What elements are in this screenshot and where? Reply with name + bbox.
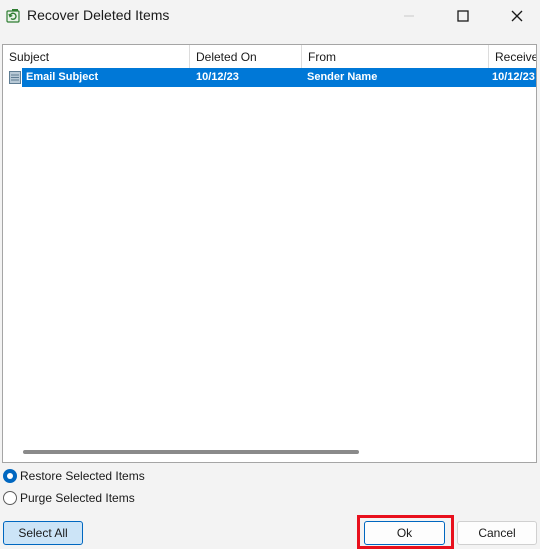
window-title: Recover Deleted Items — [27, 7, 170, 23]
purge-label: Purge Selected Items — [20, 491, 135, 505]
minimize-icon — [404, 15, 414, 17]
restore-label: Restore Selected Items — [20, 469, 145, 483]
title-bar: Recover Deleted Items — [0, 0, 540, 32]
close-icon — [511, 10, 523, 22]
scrollbar-thumb[interactable] — [23, 450, 359, 454]
select-all-button[interactable]: Select All — [3, 521, 83, 545]
column-header-subject[interactable]: Subject — [3, 45, 190, 68]
horizontal-scrollbar[interactable] — [3, 448, 536, 456]
column-header-received[interactable]: Receive — [489, 45, 536, 68]
restore-radio[interactable] — [3, 469, 17, 483]
cancel-button[interactable]: Cancel — [457, 521, 537, 545]
maximize-icon — [457, 10, 469, 22]
column-header-deleted-on[interactable]: Deleted On — [190, 45, 302, 68]
ok-button[interactable]: Ok — [364, 521, 445, 545]
cell-received: 10/12/23 — [492, 71, 535, 83]
deleted-items-list[interactable]: Subject Deleted On From Receive Email Su… — [2, 44, 537, 463]
recover-items-icon — [6, 8, 22, 24]
cell-from: Sender Name — [307, 71, 378, 83]
table-row[interactable]: Email Subject 10/12/23 Sender Name 10/12… — [22, 68, 536, 87]
close-button[interactable] — [494, 0, 540, 32]
email-icon — [9, 71, 21, 84]
cell-subject: Email Subject — [26, 71, 99, 83]
purge-radio[interactable] — [3, 491, 17, 505]
column-header-row: Subject Deleted On From Receive — [3, 45, 536, 68]
cell-deleted-on: 10/12/23 — [196, 71, 239, 83]
column-header-from[interactable]: From — [302, 45, 489, 68]
minimize-button[interactable] — [386, 0, 432, 32]
maximize-button[interactable] — [440, 0, 486, 32]
